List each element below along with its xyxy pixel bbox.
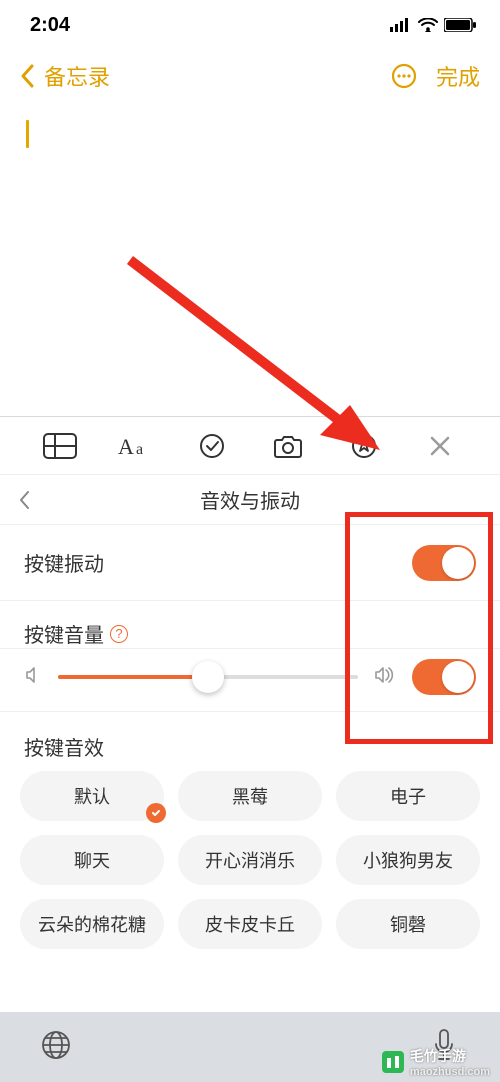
chip-cotton[interactable]: 云朵的棉花糖	[20, 899, 164, 949]
chip-label: 默认	[74, 783, 110, 809]
chip-label: 开心消消乐	[205, 847, 295, 873]
panel-back-button[interactable]	[18, 475, 30, 524]
chevron-left-icon	[20, 64, 34, 88]
effects-label: 按键音效	[0, 712, 500, 771]
wifi-icon	[418, 18, 438, 32]
help-icon[interactable]: ?	[110, 625, 128, 643]
panel-title: 音效与振动	[200, 485, 300, 514]
volume-toggle[interactable]	[412, 659, 476, 695]
chip-blackberry[interactable]: 黑莓	[178, 771, 322, 821]
globe-icon[interactable]	[40, 1029, 72, 1066]
note-content-area[interactable]	[0, 102, 500, 416]
done-button[interactable]: 完成	[436, 60, 480, 92]
volume-low-icon	[24, 666, 42, 689]
format-toolbar: Aa	[0, 416, 500, 474]
chip-pikachu[interactable]: 皮卡皮卡丘	[178, 899, 322, 949]
watermark: 毛竹手游 maozhusd.com	[382, 1046, 490, 1078]
chip-chat[interactable]: 聊天	[20, 835, 164, 885]
svg-text:A: A	[118, 434, 134, 458]
check-icon	[146, 803, 166, 823]
more-button[interactable]	[390, 62, 418, 90]
close-button[interactable]	[402, 435, 478, 457]
chip-label: 黑莓	[232, 783, 268, 809]
chip-label: 电子	[390, 783, 426, 809]
camera-button[interactable]	[250, 434, 326, 458]
table-button[interactable]	[22, 433, 98, 459]
vibration-label: 按键振动	[24, 548, 104, 577]
chip-label: 云朵的棉花糖	[38, 911, 146, 937]
chip-wolfdog[interactable]: 小狼狗男友	[336, 835, 480, 885]
text-cursor	[26, 120, 29, 148]
markup-button[interactable]	[326, 433, 402, 459]
chip-happy[interactable]: 开心消消乐	[178, 835, 322, 885]
status-bar: 2:04	[0, 0, 500, 50]
status-time: 2:04	[30, 14, 70, 37]
volume-high-icon	[374, 665, 396, 690]
volume-label-row: 按键音量 ?	[0, 600, 500, 648]
watermark-url: maozhusd.com	[410, 1066, 490, 1078]
back-button[interactable]: 备忘录	[20, 60, 110, 92]
battery-icon	[444, 18, 476, 32]
chip-label: 聊天	[74, 847, 110, 873]
text-format-button[interactable]: Aa	[98, 434, 174, 458]
chip-default[interactable]: 默认	[20, 771, 164, 821]
vibration-row: 按键振动	[0, 524, 500, 600]
watermark-logo-icon	[382, 1051, 404, 1073]
checklist-button[interactable]	[174, 433, 250, 459]
effects-chips: 默认 黑莓 电子 聊天 开心消消乐 小狼狗男友 云朵的棉花糖 皮卡皮卡丘 铜磬	[0, 771, 500, 949]
svg-text:a: a	[136, 441, 143, 458]
chip-label: 铜磬	[390, 911, 426, 937]
chip-label: 皮卡皮卡丘	[205, 911, 295, 937]
vibration-toggle[interactable]	[412, 545, 476, 581]
volume-slider-row	[0, 648, 500, 711]
chip-bell[interactable]: 铜磬	[336, 899, 480, 949]
nav-bar: 备忘录 完成	[0, 50, 500, 102]
panel-header: 音效与振动	[0, 474, 500, 524]
volume-label: 按键音量	[24, 619, 104, 648]
signal-icon	[390, 18, 412, 32]
volume-slider[interactable]	[58, 661, 358, 693]
back-label: 备忘录	[44, 60, 110, 92]
watermark-brand: 毛竹手游	[410, 1048, 466, 1064]
chip-label: 小狼狗男友	[363, 847, 453, 873]
chip-electronic[interactable]: 电子	[336, 771, 480, 821]
